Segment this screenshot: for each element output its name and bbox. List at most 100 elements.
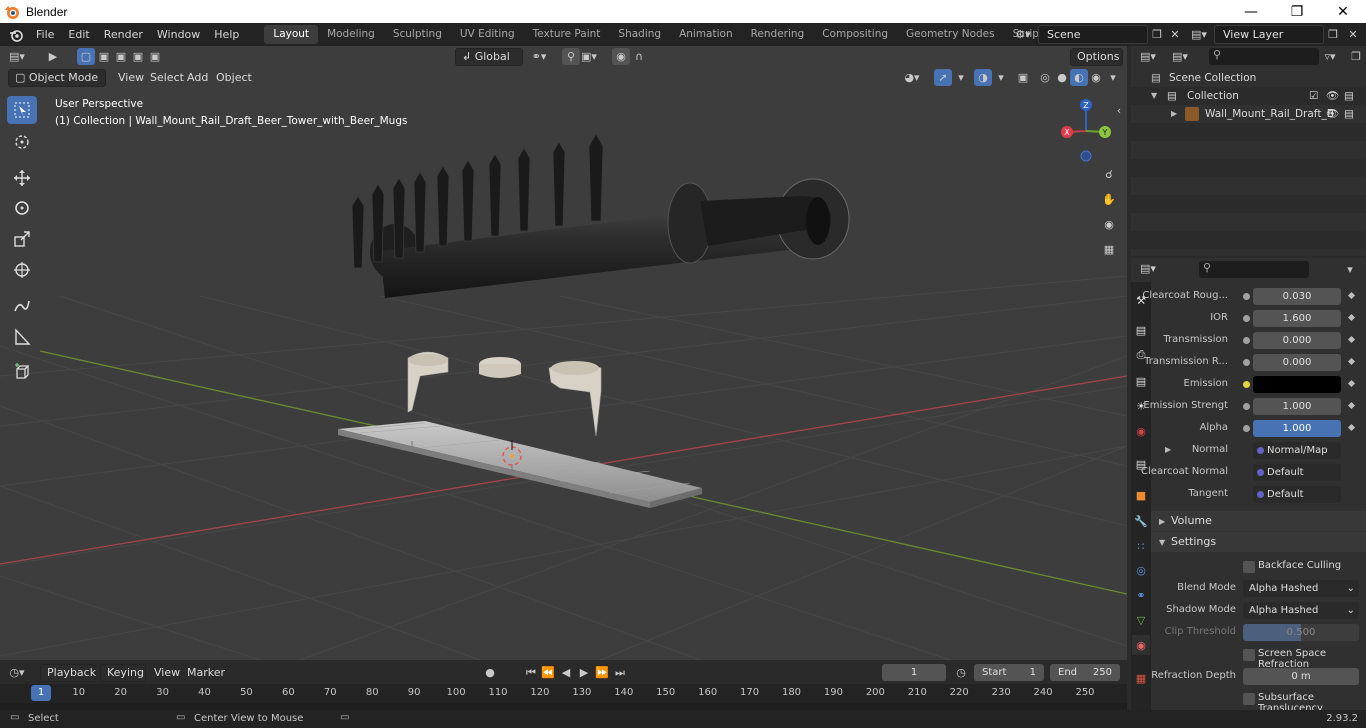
blend-mode-select[interactable]: Alpha Hashed ⌄ — [1243, 580, 1359, 597]
properties-editor-type-icon[interactable]: ▤▾ — [1139, 260, 1157, 277]
socket-dot-icon[interactable] — [1243, 337, 1250, 344]
prop-value-field[interactable]: 0.030 — [1253, 288, 1341, 305]
socket-dot-icon[interactable] — [1243, 403, 1250, 410]
gizmo-toggle-icon[interactable]: ➚ — [934, 69, 952, 86]
playback-menu[interactable]: Playback — [40, 664, 96, 682]
scale-tool-icon[interactable] — [7, 225, 37, 253]
keying-menu[interactable]: Keying — [100, 664, 146, 682]
scene-name-field[interactable]: Scene — [1038, 25, 1148, 44]
tab-geometry-nodes[interactable]: Geometry Nodes — [897, 25, 1004, 44]
timeline-marker-menu[interactable]: Marker — [181, 664, 231, 682]
material-preview-shading-icon[interactable]: ◐ — [1070, 69, 1088, 86]
render-tab-icon[interactable]: ▤ — [1132, 320, 1150, 340]
rotate-tool-icon[interactable] — [7, 194, 37, 222]
sidebar-toggle-icon[interactable]: ‹ — [1110, 98, 1128, 122]
eye-icon[interactable]: 👁 — [1326, 87, 1339, 105]
subsurface-translucency-checkbox[interactable] — [1243, 693, 1255, 705]
scene-browse-icon[interactable]: ⚙▾ — [1014, 26, 1032, 43]
keyframe-dot-icon[interactable] — [1347, 335, 1356, 344]
rendered-shading-icon[interactable]: ◉ — [1087, 69, 1105, 86]
world-tab-icon[interactable]: ◉ — [1132, 421, 1150, 441]
stopwatch-icon[interactable]: ◷ — [952, 664, 970, 681]
select-mode-intersect-icon[interactable]: ▣ — [146, 48, 164, 65]
editor-type-icon[interactable]: ▤▾ — [8, 48, 26, 65]
close-icon[interactable]: ✕ — [1320, 0, 1366, 23]
play-icon[interactable]: ▶ — [575, 664, 593, 681]
prop-value-field[interactable]: 0.000 — [1253, 354, 1341, 371]
data-tab-icon[interactable]: ▽ — [1132, 610, 1150, 630]
delete-view-layer-icon[interactable]: ✕ — [1344, 26, 1362, 43]
eye-icon[interactable]: 👁 — [1326, 105, 1339, 123]
volume-section-header[interactable]: ▶ Volume — [1151, 511, 1366, 531]
pivot-point-icon[interactable]: ⚭▾ — [530, 48, 548, 65]
properties-search-input[interactable]: ⚲ — [1199, 261, 1309, 278]
refraction-depth-field[interactable]: 0 m — [1243, 668, 1359, 685]
texture-tab-icon[interactable]: ▦ — [1132, 668, 1150, 688]
shadow-mode-select[interactable]: Alpha Hashed ⌄ — [1243, 602, 1359, 619]
prop-value-field[interactable]: 1.000 — [1253, 420, 1341, 437]
outliner-display-mode-icon[interactable]: ▤▾ — [1171, 48, 1189, 65]
camera-icon[interactable]: ▤ — [1344, 87, 1354, 105]
expand-arrow-icon[interactable]: ▶ — [1171, 105, 1177, 123]
backface-culling-checkbox[interactable] — [1243, 561, 1255, 573]
expand-arrow-icon[interactable]: ▶ — [1165, 445, 1171, 454]
maximize-icon[interactable]: ❐ — [1274, 0, 1320, 23]
new-view-layer-icon[interactable]: ❐ — [1324, 26, 1342, 43]
menu-file[interactable]: File — [29, 23, 61, 46]
socket-dot-icon[interactable] — [1243, 381, 1250, 388]
start-frame-field[interactable]: Start 1 — [974, 664, 1044, 681]
snap-toggle-icon[interactable]: ⚲ — [562, 48, 580, 65]
pan-hand-icon[interactable]: ✋ — [1097, 187, 1121, 211]
prev-keyframe-icon[interactable]: ⏪ — [539, 664, 557, 681]
timeline-editor-type-icon[interactable]: ◷▾ — [8, 664, 26, 681]
cursor-tool-icon[interactable] — [7, 128, 37, 156]
tab-uv-editing[interactable]: UV Editing — [451, 25, 524, 44]
camera-icon[interactable]: ▤ — [1344, 105, 1354, 123]
keyframe-dot-icon[interactable] — [1347, 357, 1356, 366]
outliner-editor-type-icon[interactable]: ▤▾ — [1139, 48, 1157, 65]
tab-animation[interactable]: Animation — [670, 25, 742, 44]
jump-end-icon[interactable]: ⏭ — [611, 664, 629, 681]
tab-layout[interactable]: Layout — [264, 25, 319, 44]
delete-scene-icon[interactable]: ✕ — [1166, 26, 1184, 43]
tab-rendering[interactable]: Rendering — [742, 25, 814, 44]
prop-socket-field[interactable]: Default — [1253, 486, 1341, 503]
clip-threshold-slider[interactable]: 0.500 — [1243, 624, 1359, 641]
xray-toggle-icon[interactable]: ▣ — [1014, 69, 1032, 86]
keyframe-dot-icon[interactable] — [1347, 291, 1356, 300]
shading-dropdown-icon[interactable]: ▾ — [1104, 69, 1122, 86]
timeline-ruler[interactable]: 1 10 20 30 40 50 60 70 80 90 100 110 120 130 140 150 160… — [0, 685, 1127, 703]
settings-section-header[interactable]: ▼ Settings — [1151, 532, 1366, 552]
prop-value-field[interactable]: 0.000 — [1253, 332, 1341, 349]
menu-help[interactable]: Help — [207, 23, 246, 46]
view-layer-browse-icon[interactable]: ▤▾ — [1190, 26, 1208, 43]
select-mode-extend-icon[interactable]: ▣ — [95, 48, 113, 65]
visibility-icon[interactable]: ◕▾ — [903, 69, 921, 86]
solid-shading-icon[interactable]: ● — [1053, 69, 1071, 86]
menu-edit[interactable]: Edit — [61, 23, 96, 46]
prop-socket-field[interactable]: Normal/Map — [1253, 442, 1341, 459]
material-tab-icon[interactable]: ◉ — [1132, 635, 1150, 655]
view-layer-tab-icon[interactable]: ▤ — [1132, 371, 1150, 391]
proportional-falloff-icon[interactable]: ∩ — [630, 48, 648, 65]
keyframe-dot-icon[interactable] — [1347, 313, 1356, 322]
jump-start-icon[interactable]: ⏮ — [522, 664, 540, 681]
3d-viewport[interactable] — [0, 46, 1127, 660]
select-mode-invert-icon[interactable]: ▣ — [129, 48, 147, 65]
add-cube-tool-icon[interactable] — [7, 358, 37, 386]
prop-value-field[interactable]: 1.600 — [1253, 310, 1341, 327]
prop-value-field[interactable]: 1.000 — [1253, 398, 1341, 415]
keyframe-dot-icon[interactable] — [1347, 423, 1356, 432]
filter-icon[interactable]: ▿▾ — [1321, 48, 1339, 65]
proportional-edit-icon[interactable]: ◉ — [612, 48, 630, 65]
tab-shading[interactable]: Shading — [609, 25, 670, 44]
expand-arrow-icon[interactable]: ▼ — [1151, 87, 1157, 105]
constraints-tab-icon[interactable]: ⚭ — [1132, 585, 1150, 605]
zoom-icon[interactable]: ☌ — [1097, 162, 1121, 186]
camera-view-icon[interactable]: ◉ — [1097, 212, 1121, 236]
navigation-gizmo[interactable]: Z Y X — [1058, 96, 1118, 166]
prop-socket-field[interactable]: Default — [1253, 464, 1341, 481]
view-layer-field[interactable]: View Layer — [1214, 25, 1324, 44]
outliner-row-object[interactable]: ▶ Wall_Mount_Rail_Draft_B 👁 ▤ — [1131, 105, 1366, 123]
physics-tab-icon[interactable]: ◎ — [1132, 560, 1150, 580]
